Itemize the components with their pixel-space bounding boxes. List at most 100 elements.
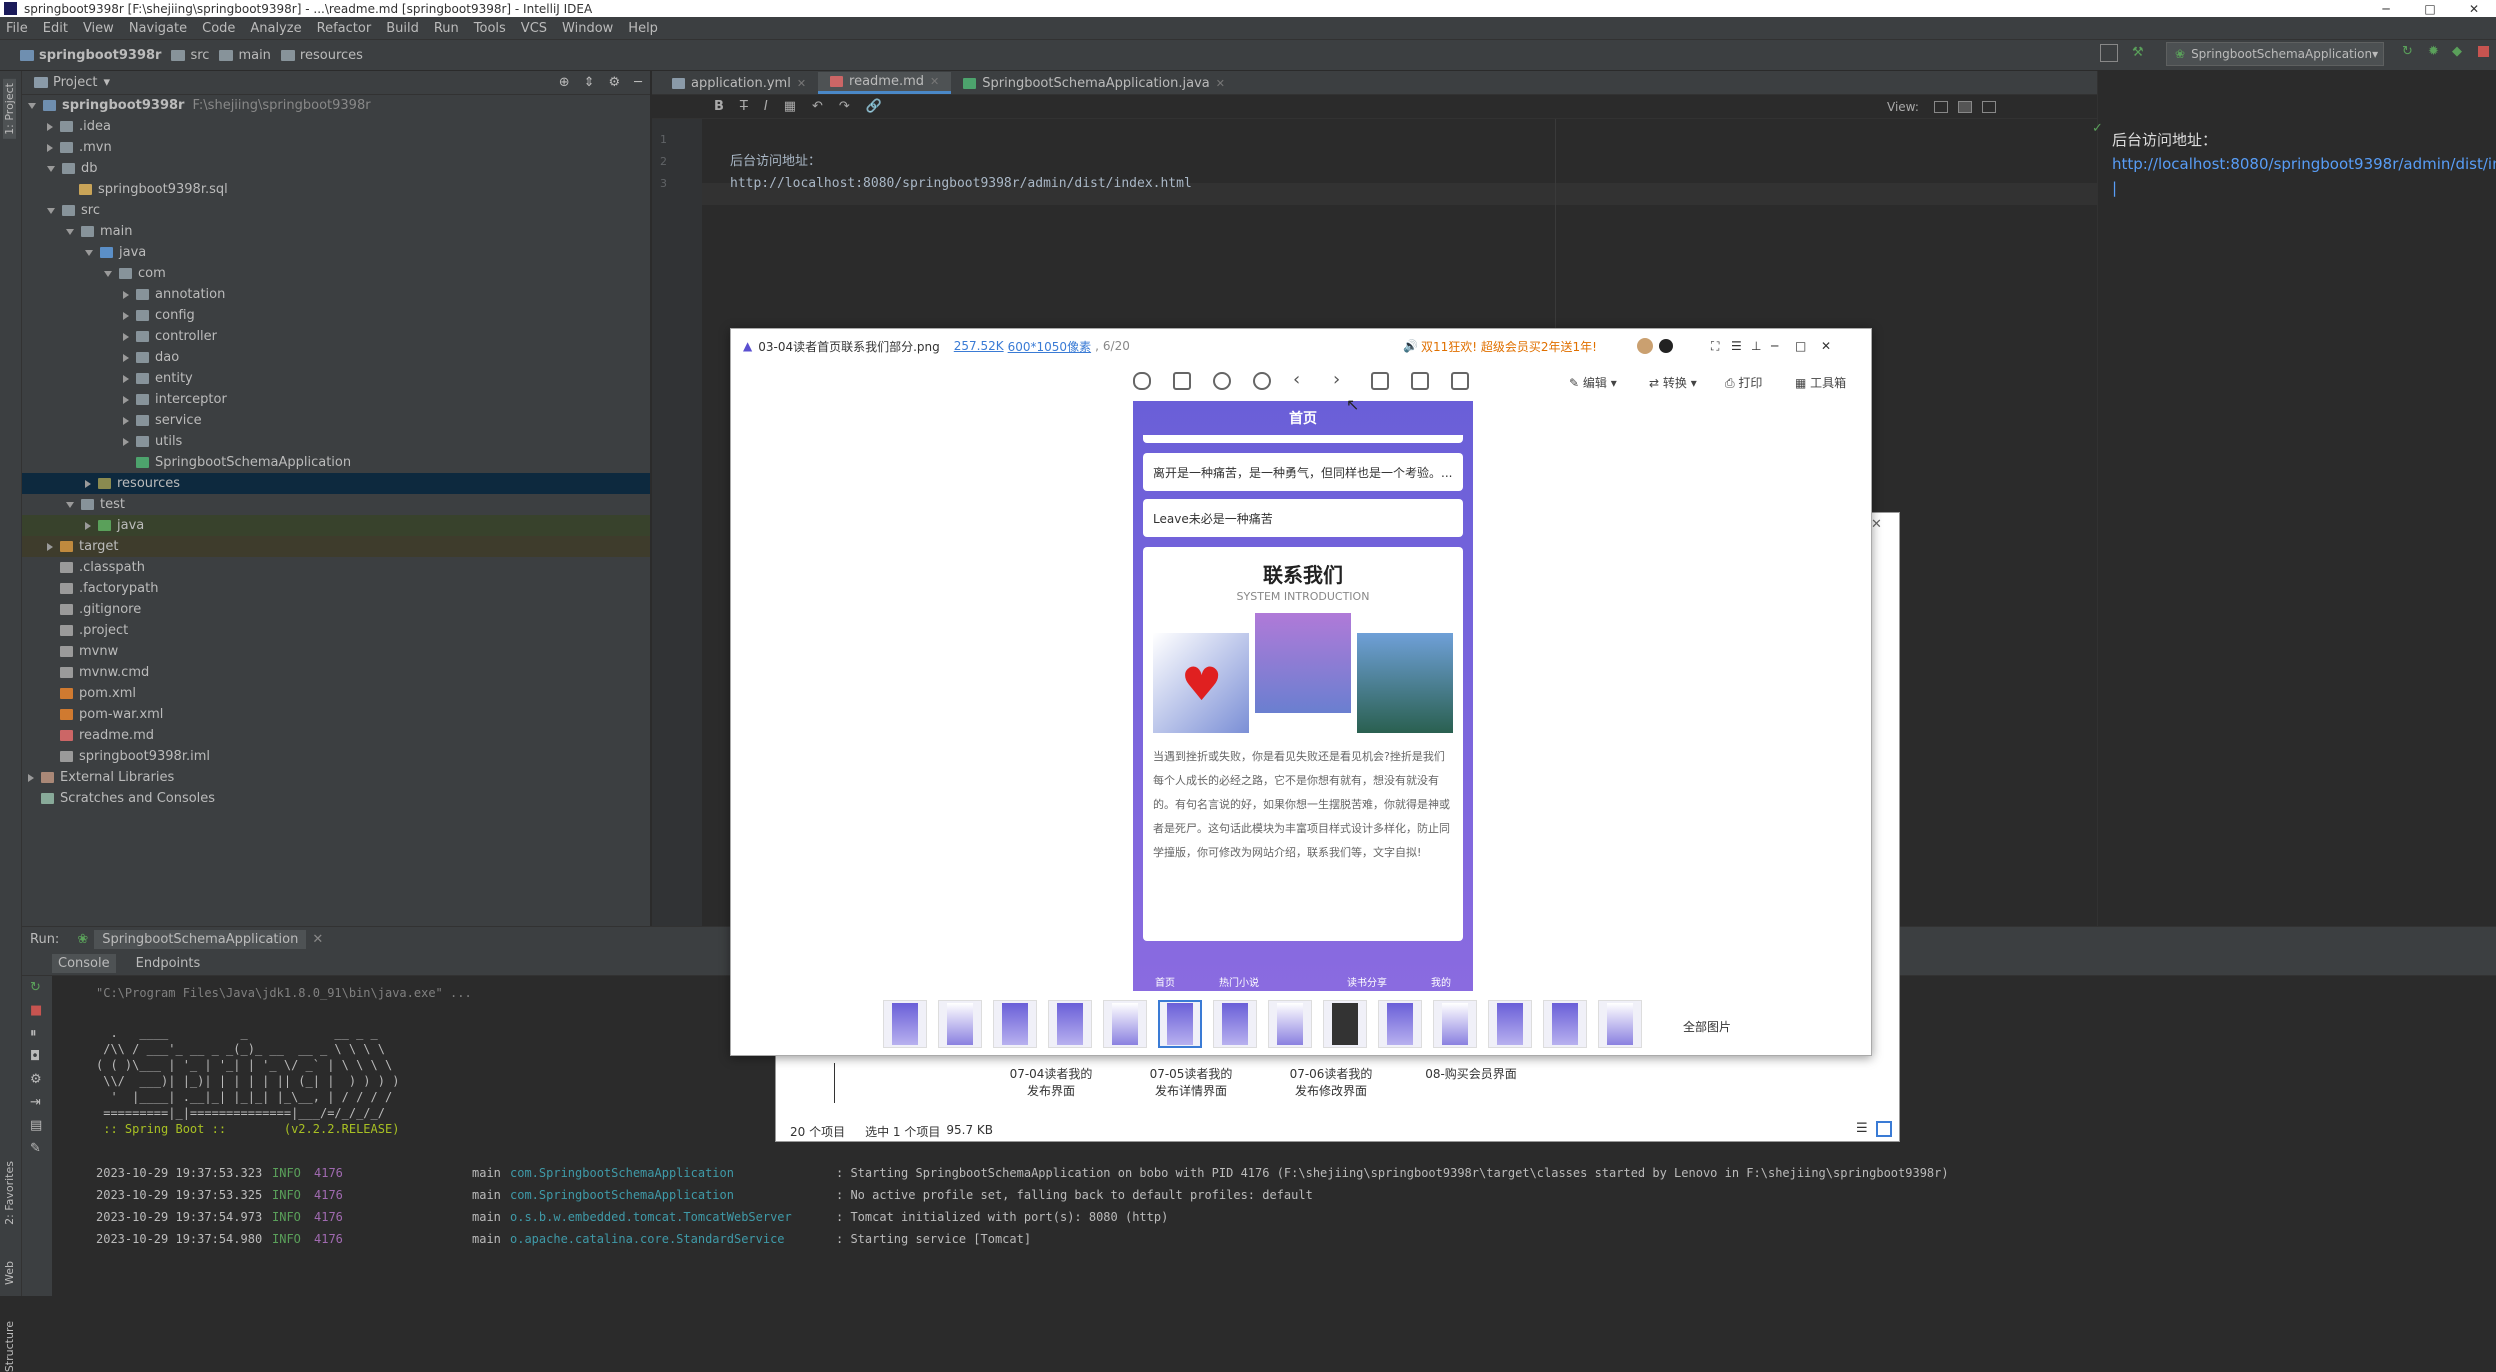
close-tab-icon[interactable]: ✕: [1216, 77, 1225, 90]
tree-item[interactable]: External Libraries: [22, 767, 650, 788]
thumbnail[interactable]: [1433, 1000, 1477, 1048]
details-view-icon[interactable]: ☰: [1856, 1121, 1868, 1136]
menu-item-tools[interactable]: Tools: [474, 21, 506, 36]
viewer-dimensions[interactable]: 600*1050像素: [1008, 338, 1091, 355]
pause-icon[interactable]: ⏸: [22, 1022, 52, 1045]
tree-item[interactable]: mvnw.cmd: [22, 662, 650, 683]
thumbnail[interactable]: [1158, 1000, 1202, 1048]
chevron-down-icon[interactable]: [28, 102, 36, 109]
tree-item[interactable]: annotation: [22, 284, 650, 305]
chevron-right-icon[interactable]: [47, 122, 53, 131]
tree-item[interactable]: springboot9398r.sql: [22, 179, 650, 200]
chevron-down-icon[interactable]: [66, 228, 74, 235]
tree-item[interactable]: resources: [22, 473, 650, 494]
rotate-right-icon[interactable]: [1411, 372, 1429, 390]
all-images-button[interactable]: 全部图片: [1683, 1018, 1731, 1035]
tree-item[interactable]: main: [22, 221, 650, 242]
edit-menu[interactable]: ✎ 编辑 ▾: [1569, 374, 1617, 391]
chevron-right-icon[interactable]: [123, 290, 129, 299]
thumbnail[interactable]: [993, 1000, 1037, 1048]
thumbnail[interactable]: [1268, 1000, 1312, 1048]
chevron-right-icon[interactable]: [123, 374, 129, 383]
structure-tool-tab[interactable]: Structure: [3, 1321, 16, 1372]
chevron-right-icon[interactable]: [123, 311, 129, 320]
menu-item-refactor[interactable]: Refactor: [317, 21, 372, 36]
thumbnail-view-icon[interactable]: [1876, 1121, 1892, 1137]
tree-item[interactable]: entity: [22, 368, 650, 389]
rerun-icon[interactable]: ↻: [22, 976, 52, 999]
code-content[interactable]: 后台访问地址： http://localhost:8080/springboot…: [730, 129, 1192, 195]
tree-item[interactable]: java: [22, 242, 650, 263]
editor-tab[interactable]: application.yml ✕: [660, 72, 818, 94]
next-icon[interactable]: ›: [1333, 369, 1340, 390]
nav-hot-novels[interactable]: 热门小说: [1219, 974, 1259, 989]
gear-icon[interactable]: ⚙: [609, 75, 621, 90]
collapse-all-icon[interactable]: ⇕: [584, 75, 595, 90]
debug-icon[interactable]: ✹: [2428, 44, 2439, 59]
chevron-right-icon[interactable]: [47, 542, 53, 551]
menu-item-navigate[interactable]: Navigate: [129, 21, 187, 36]
minimize-icon[interactable]: ─: [2364, 0, 2408, 17]
menu-item-vcs[interactable]: VCS: [521, 21, 547, 36]
strikethrough-icon[interactable]: T: [740, 99, 748, 114]
tree-item[interactable]: .idea: [22, 116, 650, 137]
close-tab-icon[interactable]: ✕: [797, 77, 806, 90]
tree-item[interactable]: test: [22, 494, 650, 515]
tree-item[interactable]: .factorypath: [22, 578, 650, 599]
breadcrumb-src[interactable]: src: [171, 48, 209, 63]
chevron-right-icon[interactable]: [123, 437, 129, 446]
menu-item-edit[interactable]: Edit: [43, 21, 68, 36]
explorer-file-item[interactable]: 07-05读者我的 发布详情界面: [1126, 1065, 1256, 1099]
rotate-left-icon[interactable]: [1371, 372, 1389, 390]
tab-endpoints[interactable]: Endpoints: [136, 956, 201, 971]
build-hammer-icon[interactable]: ⚒: [2132, 45, 2144, 60]
chevron-right-icon[interactable]: [123, 332, 129, 341]
editor-tab[interactable]: readme.md ✕: [818, 72, 952, 94]
chevron-down-icon[interactable]: [104, 270, 112, 277]
chevron-right-icon[interactable]: [123, 353, 129, 362]
editor-only-icon[interactable]: [1934, 100, 1948, 113]
fullscreen-icon[interactable]: ⛶: [1711, 339, 1719, 354]
thumbnail[interactable]: [1598, 1000, 1642, 1048]
thumbnail[interactable]: [883, 1000, 927, 1048]
locate-icon[interactable]: ⊕: [559, 75, 570, 90]
minimize-icon[interactable]: ─: [1771, 339, 1778, 353]
tree-item[interactable]: service: [22, 410, 650, 431]
chevron-right-icon[interactable]: [28, 773, 34, 782]
exit-icon[interactable]: ⇥: [22, 1091, 52, 1114]
tab-console[interactable]: Console: [52, 954, 116, 973]
tree-item[interactable]: .gitignore: [22, 599, 650, 620]
tree-item[interactable]: .project: [22, 620, 650, 641]
split-view-icon[interactable]: [1958, 100, 1972, 113]
menu-item-window[interactable]: Window: [562, 21, 613, 36]
delete-icon[interactable]: [1451, 372, 1469, 390]
tree-item[interactable]: SpringbootSchemaApplication: [22, 452, 650, 473]
thumbnail[interactable]: [1048, 1000, 1092, 1048]
preview-only-icon[interactable]: [1982, 100, 1996, 113]
project-tool-tab[interactable]: 1: Project: [3, 79, 16, 139]
settings-icon[interactable]: ⚙: [22, 1068, 52, 1091]
run-config-select[interactable]: ❀ SpringbootSchemaApplication ▾: [2166, 42, 2384, 66]
tree-item[interactable]: db: [22, 158, 650, 179]
tree-item[interactable]: readme.md: [22, 725, 650, 746]
nav-mine[interactable]: 我的: [1431, 974, 1451, 989]
vip-icon[interactable]: [1659, 339, 1673, 353]
breadcrumb-main[interactable]: main: [219, 48, 271, 63]
menu-item-analyze[interactable]: Analyze: [250, 21, 301, 36]
zoom-out-icon[interactable]: [1253, 372, 1271, 390]
chevron-right-icon[interactable]: [85, 479, 91, 488]
tree-item[interactable]: java: [22, 515, 650, 536]
link-icon[interactable]: 🔗: [866, 99, 882, 114]
layout-icon[interactable]: ▤: [22, 1114, 52, 1137]
stop-icon[interactable]: [2478, 46, 2489, 57]
tree-item[interactable]: mvnw: [22, 641, 650, 662]
pin-icon[interactable]: ⊥: [1751, 339, 1761, 353]
thumbnail[interactable]: [1103, 1000, 1147, 1048]
menu-item-run[interactable]: Run: [434, 21, 459, 36]
redo-icon[interactable]: ↷: [839, 99, 850, 114]
menu-item-build[interactable]: Build: [386, 21, 419, 36]
chevron-down-icon[interactable]: [47, 165, 55, 172]
project-view-select[interactable]: Project: [53, 75, 97, 90]
maximize-icon[interactable]: □: [1795, 339, 1806, 353]
prev-icon[interactable]: ‹: [1293, 369, 1300, 390]
